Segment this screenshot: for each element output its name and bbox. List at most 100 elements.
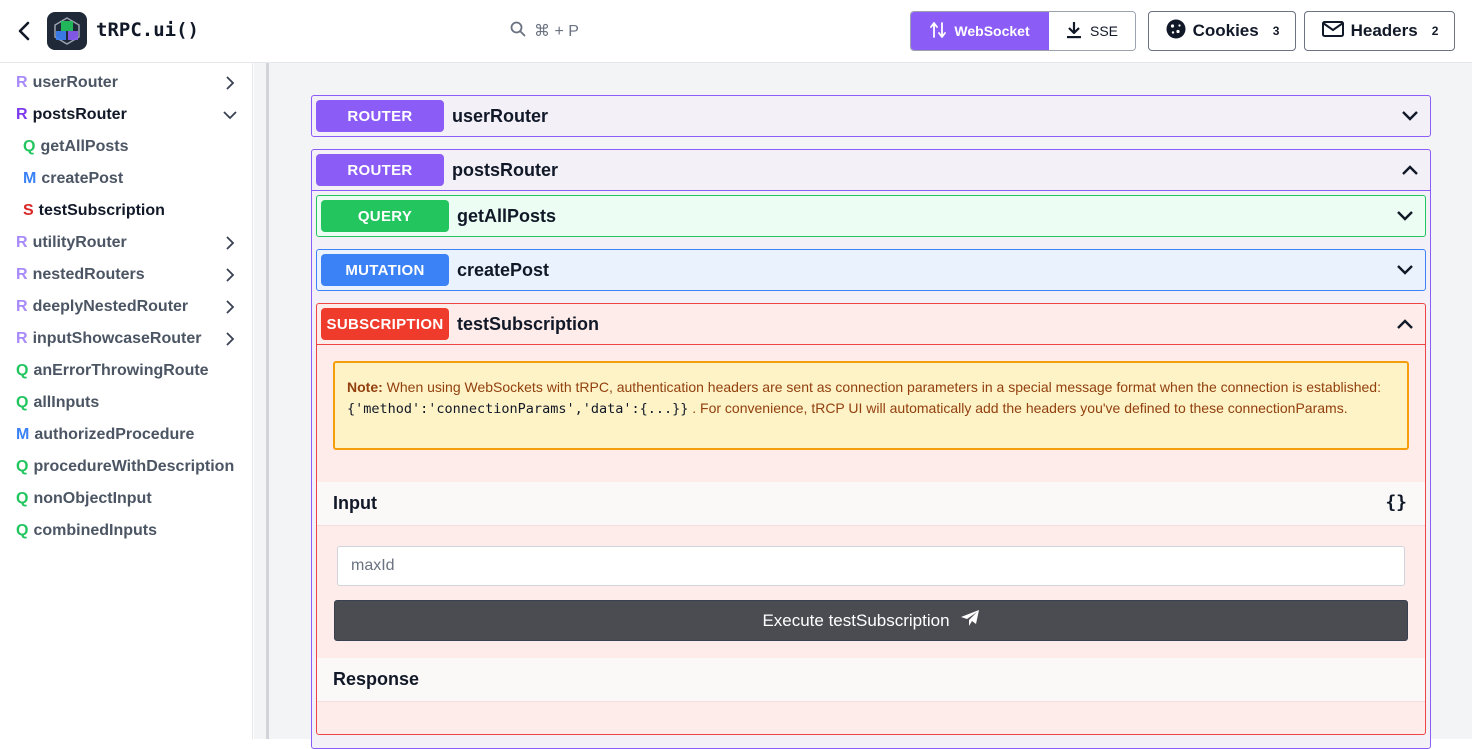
note-text: . For convenience, tRCP UI will automati… <box>688 399 1348 416</box>
maxid-input[interactable] <box>337 546 1405 586</box>
sidebar-item-label: createPost <box>41 170 124 187</box>
sidebar-item-utilityrouter[interactable]: R utilityRouter <box>16 231 127 255</box>
sidebar-item-testsubscription[interactable]: S testSubscription <box>23 199 165 223</box>
router-card-userrouter: ROUTER userRouter <box>311 95 1431 137</box>
chevron-right-icon[interactable] <box>222 235 238 251</box>
procedure-card-createpost: MUTATION createPost <box>316 249 1426 291</box>
procedure-card-getallposts: QUERY getAllPosts <box>316 195 1426 237</box>
chevron-down-icon[interactable] <box>1400 106 1420 126</box>
chevron-right-icon[interactable] <box>222 299 238 315</box>
sidebar-item-label: deeplyNestedRouter <box>32 298 189 315</box>
headers-button[interactable]: Headers 2 <box>1304 11 1455 51</box>
sse-button[interactable]: SSE <box>1049 12 1135 50</box>
sidebar-item-label: userRouter <box>32 74 118 91</box>
execute-label: Execute testSubscription <box>762 610 950 630</box>
cookies-button[interactable]: Cookies 3 <box>1148 11 1296 51</box>
json-mode-toggle[interactable]: {} <box>1385 492 1407 513</box>
router-letter: R <box>16 298 28 315</box>
sidebar-item-authorizedprocedure[interactable]: M authorizedProcedure <box>16 423 194 447</box>
sidebar-item-allinputs[interactable]: Q allInputs <box>16 391 99 415</box>
cookies-count: 3 <box>1272 24 1280 38</box>
sidebar-item-label: authorizedProcedure <box>34 426 195 443</box>
procedure-header[interactable]: SUBSCRIPTION testSubscription <box>317 304 1425 345</box>
sidebar-item-userrouter[interactable]: R userRouter <box>16 71 118 95</box>
procedure-name: testSubscription <box>457 313 600 334</box>
sidebar-item-procedurewithdescription[interactable]: Q procedureWithDescription <box>16 455 234 479</box>
sidebar-item-postsrouter[interactable]: R postsRouter <box>16 103 127 127</box>
procedure-header[interactable]: QUERY getAllPosts <box>317 196 1425 236</box>
query-letter: Q <box>16 394 29 411</box>
envelope-icon <box>1321 19 1345 44</box>
sidebar-item-label: combinedInputs <box>33 522 158 539</box>
sidebar-item-deeplynestedrouter[interactable]: R deeplyNestedRouter <box>16 295 188 319</box>
app-title: tRPC.ui() <box>96 19 199 41</box>
query-letter: Q <box>16 490 29 507</box>
sidebar-item-createpost[interactable]: M createPost <box>23 167 123 191</box>
sidebar-item-label: allInputs <box>33 394 100 411</box>
transport-toggle: WebSocket SSE <box>910 11 1136 51</box>
query-letter: Q <box>16 522 29 539</box>
sidebar-item-label: anErrorThrowingRoute <box>33 362 209 379</box>
query-letter: Q <box>23 138 36 155</box>
router-letter: R <box>16 234 28 251</box>
back-arrow-icon[interactable] <box>14 19 34 43</box>
mutation-badge: MUTATION <box>321 254 449 286</box>
router-header[interactable]: ROUTER postsRouter <box>312 150 1430 191</box>
headers-count: 2 <box>1431 24 1439 38</box>
websocket-note: Note: When using WebSockets with tRPC, a… <box>333 361 1409 450</box>
query-letter: Q <box>16 362 29 379</box>
router-letter: R <box>16 266 28 283</box>
sidebar-item-label: nestedRouters <box>32 266 145 283</box>
sidebar-item-anerrorthrowingroute[interactable]: Q anErrorThrowingRoute <box>16 359 209 383</box>
procedure-header[interactable]: MUTATION createPost <box>317 250 1425 290</box>
cookies-label: Cookies <box>1192 21 1259 40</box>
sidebar-item-combinedinputs[interactable]: Q combinedInputs <box>16 519 157 543</box>
note-text: When using WebSockets with tRPC, authent… <box>382 379 1381 395</box>
note-label: Note: <box>347 379 383 395</box>
sse-label: SSE <box>1089 23 1118 39</box>
input-title: Input <box>333 493 377 513</box>
sidebar-item-getallposts[interactable]: Q getAllPosts <box>23 135 128 159</box>
chevron-right-icon[interactable] <box>222 75 238 91</box>
cookie-icon <box>1165 18 1187 45</box>
sidebar-item-label: testSubscription <box>38 202 165 219</box>
app-logo <box>47 12 87 50</box>
search-icon <box>510 21 526 42</box>
download-icon <box>1066 21 1082 42</box>
top-bar: tRPC.ui() ⌘ + P WebSocket SSE Cookies 3 <box>0 0 1472 63</box>
sidebar-item-inputshowcaserouter[interactable]: R inputShowcaseRouter <box>16 327 201 351</box>
sidebar-item-label: nonObjectInput <box>33 490 152 507</box>
response-title: Response <box>333 669 420 689</box>
execute-button[interactable]: Execute testSubscription <box>334 600 1408 641</box>
chevron-right-icon[interactable] <box>222 331 238 347</box>
websocket-button[interactable]: WebSocket <box>911 12 1049 50</box>
router-letter: R <box>16 330 28 347</box>
sidebar-item-nestedrouters[interactable]: R nestedRouters <box>16 263 145 287</box>
chevron-down-icon[interactable] <box>222 107 238 123</box>
sidebar-item-label: getAllPosts <box>40 138 129 155</box>
search-shortcut: ⌘ + P <box>534 23 579 40</box>
sidebar-item-nonobjectinput[interactable]: Q nonObjectInput <box>16 487 152 511</box>
query-badge: QUERY <box>321 200 449 232</box>
search-trigger[interactable]: ⌘ + P <box>510 19 579 43</box>
input-section-header: Input {} <box>317 482 1425 526</box>
response-section-header: Response <box>317 658 1425 702</box>
chevron-down-icon[interactable] <box>1395 206 1415 226</box>
router-letter: R <box>16 106 28 123</box>
chevron-down-icon[interactable] <box>1395 260 1415 280</box>
router-letter: R <box>16 74 28 91</box>
subscription-badge: SUBSCRIPTION <box>321 308 449 340</box>
subscription-letter: S <box>23 202 34 219</box>
router-badge: ROUTER <box>316 154 444 186</box>
router-header[interactable]: ROUTER userRouter <box>312 96 1430 136</box>
panel-divider[interactable] <box>266 63 269 739</box>
chevron-right-icon[interactable] <box>222 267 238 283</box>
router-badge: ROUTER <box>316 100 444 132</box>
chevron-up-icon[interactable] <box>1395 314 1415 334</box>
sidebar-item-label: inputShowcaseRouter <box>32 330 202 347</box>
router-name: postsRouter <box>452 159 559 180</box>
arrows-up-down-icon <box>930 21 947 42</box>
note-code: {'method':'connectionParams','data':{...… <box>347 400 689 417</box>
mutation-letter: M <box>16 426 30 443</box>
chevron-up-icon[interactable] <box>1400 160 1420 180</box>
